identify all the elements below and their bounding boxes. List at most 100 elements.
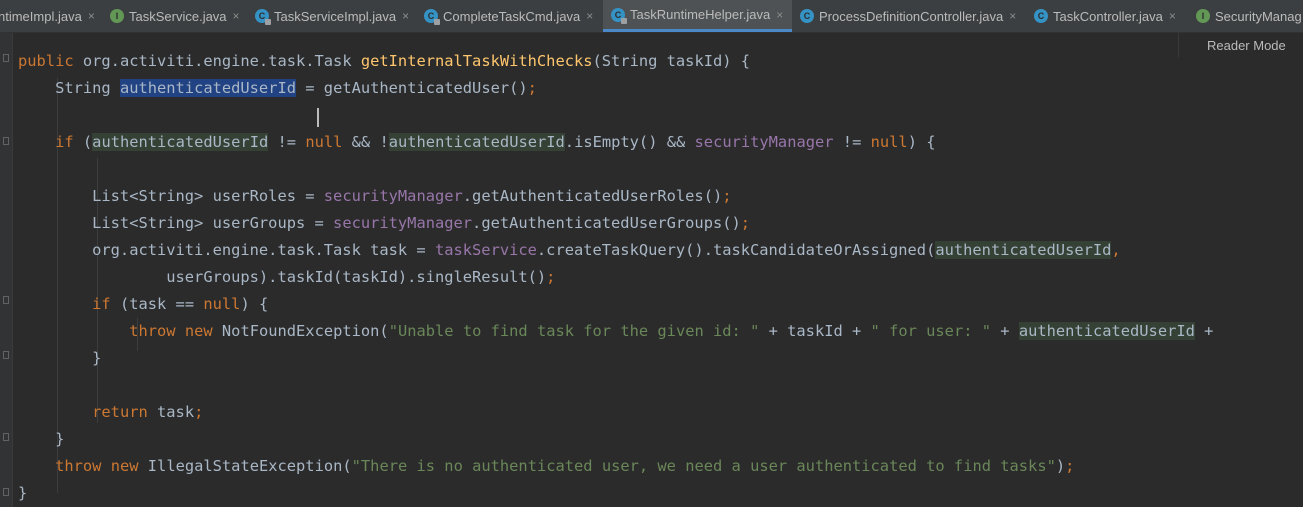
code-text: .isEmpty() &&: [564, 133, 695, 151]
variable-usage[interactable]: authenticatedUserId: [1018, 322, 1195, 340]
string-literal: "There is no authenticated user, we need…: [351, 457, 1056, 475]
class-annotated-icon: C: [424, 9, 440, 25]
class-icon: C: [800, 9, 814, 23]
string-literal: "Unable to find task for the given id: ": [388, 322, 760, 340]
keyword: throw: [129, 322, 176, 340]
tab-tasks-runtime-impl[interactable]: ntimeImpl.java ×: [0, 0, 106, 32]
field-reference[interactable]: securityManager: [324, 187, 463, 205]
semicolon: ;: [740, 214, 751, 232]
interface-icon: I: [110, 9, 124, 23]
code-text: }: [18, 349, 102, 367]
code-text: (: [73, 133, 93, 151]
reader-mode-button[interactable]: Reader Mode: [1178, 33, 1303, 57]
code-text: task: [147, 403, 195, 421]
code-text: .getAuthenticatedUserRoles(): [462, 187, 723, 205]
code-text: ) {: [907, 133, 936, 151]
tab-label: SecurityManag: [1215, 8, 1302, 24]
code-text: NotFoundException(: [212, 322, 389, 340]
fold-marker[interactable]: [3, 433, 9, 441]
code-line[interactable]: if (task == null) {: [18, 291, 268, 318]
close-icon[interactable]: ×: [402, 9, 409, 23]
code-line[interactable]: throw new IllegalStateException("There i…: [18, 453, 1074, 480]
semicolon: ;: [546, 268, 556, 286]
field-reference[interactable]: securityManager: [695, 133, 834, 151]
code-line[interactable]: List<String> userGroups = securityManage…: [18, 210, 750, 237]
semicolon: ;: [722, 187, 732, 205]
close-icon[interactable]: ×: [586, 9, 593, 23]
code-line[interactable]: }: [18, 345, 101, 372]
variable-usage[interactable]: authenticatedUserId: [388, 133, 565, 151]
keyword: throw: [55, 457, 102, 475]
semicolon: ;: [527, 79, 537, 97]
code-line[interactable]: List<String> userRoles = securityManager…: [18, 183, 732, 210]
code-line[interactable]: public org.activiti.engine.task.Task get…: [18, 48, 750, 75]
tab-task-controller[interactable]: C TaskController.java ×: [1034, 0, 1188, 32]
code-text: + taskId +: [759, 322, 871, 340]
code-line[interactable]: }: [18, 480, 27, 507]
text-caret: [317, 108, 319, 127]
variable-usage[interactable]: authenticatedUserId: [935, 241, 1112, 259]
close-icon[interactable]: ×: [776, 8, 783, 22]
code-text: }: [18, 430, 65, 448]
fold-marker[interactable]: [3, 351, 9, 359]
close-icon[interactable]: ×: [88, 9, 95, 23]
keyword: new: [184, 322, 213, 340]
code-text: IllegalStateException(: [138, 457, 352, 475]
fold-marker[interactable]: [3, 137, 9, 145]
tab-label: TaskRuntimeHelper.java: [630, 7, 771, 22]
field-reference[interactable]: taskService: [435, 241, 537, 259]
close-icon[interactable]: ×: [1009, 9, 1016, 23]
close-icon[interactable]: ×: [233, 9, 240, 23]
code-text: List<String> userRoles =: [18, 187, 324, 205]
code-line[interactable]: if (authenticatedUserId != null && !auth…: [18, 129, 936, 156]
code-text: userGroups).taskId(taskId).singleResult(…: [18, 268, 547, 286]
code-text: && !: [342, 133, 389, 151]
fold-marker[interactable]: [3, 54, 9, 62]
code-line[interactable]: return task;: [18, 399, 203, 426]
string-literal: " for user: ": [870, 322, 992, 340]
code-text: !=: [268, 133, 306, 151]
variable-usage[interactable]: authenticatedUserId: [92, 133, 269, 151]
code-text: ) {: [240, 295, 269, 313]
code-text: +: [1194, 322, 1214, 340]
code-line[interactable]: org.activiti.engine.task.Task task = tas…: [18, 237, 1121, 264]
keyword: if: [55, 133, 74, 151]
field-reference[interactable]: securityManager: [333, 214, 472, 232]
comma: ,: [1111, 241, 1121, 259]
code-line[interactable]: String authenticatedUserId = getAuthenti…: [18, 75, 537, 102]
keyword: null: [203, 295, 241, 313]
keyword: if: [92, 295, 111, 313]
tab-label: TaskServiceImpl.java: [274, 8, 397, 24]
editor-gutter[interactable]: [0, 33, 13, 507]
class-icon: C: [1034, 9, 1048, 23]
code-text: +: [991, 322, 1019, 340]
tab-task-service[interactable]: I TaskService.java ×: [110, 0, 250, 32]
selected-variable[interactable]: authenticatedUserId: [119, 79, 296, 97]
code-line[interactable]: }: [18, 426, 64, 453]
tab-label: CompleteTaskCmd.java: [443, 8, 581, 24]
code-text: = getAuthenticatedUser(): [296, 79, 528, 97]
tab-process-definition-controller[interactable]: C ProcessDefinitionController.java ×: [800, 0, 1026, 32]
code-line[interactable]: userGroups).taskId(taskId).singleResult(…: [18, 264, 555, 291]
keyword: return: [92, 403, 148, 421]
code-text: }: [18, 484, 28, 502]
code-line[interactable]: throw new NotFoundException("Unable to f…: [18, 318, 1213, 345]
code-text: List<String> userGroups =: [18, 214, 334, 232]
code-text: org.activiti.engine.task.Task: [73, 52, 361, 70]
code-editor[interactable]: Reader Mode public org.activiti.engine.t…: [0, 33, 1303, 507]
fold-marker[interactable]: [3, 488, 9, 496]
tab-task-service-impl[interactable]: C TaskServiceImpl.java ×: [255, 0, 417, 32]
tab-complete-task-cmd[interactable]: C CompleteTaskCmd.java ×: [424, 0, 600, 32]
code-text: org.activiti.engine.task.Task task =: [18, 241, 435, 259]
tab-task-runtime-helper[interactable]: C TaskRuntimeHelper.java ×: [603, 0, 792, 32]
fold-marker[interactable]: [3, 296, 9, 304]
tab-security-manager[interactable]: I SecurityManag: [1196, 0, 1303, 32]
code-text: .createTaskQuery().taskCandidateOrAssign…: [536, 241, 936, 259]
close-icon[interactable]: ×: [1169, 9, 1176, 23]
